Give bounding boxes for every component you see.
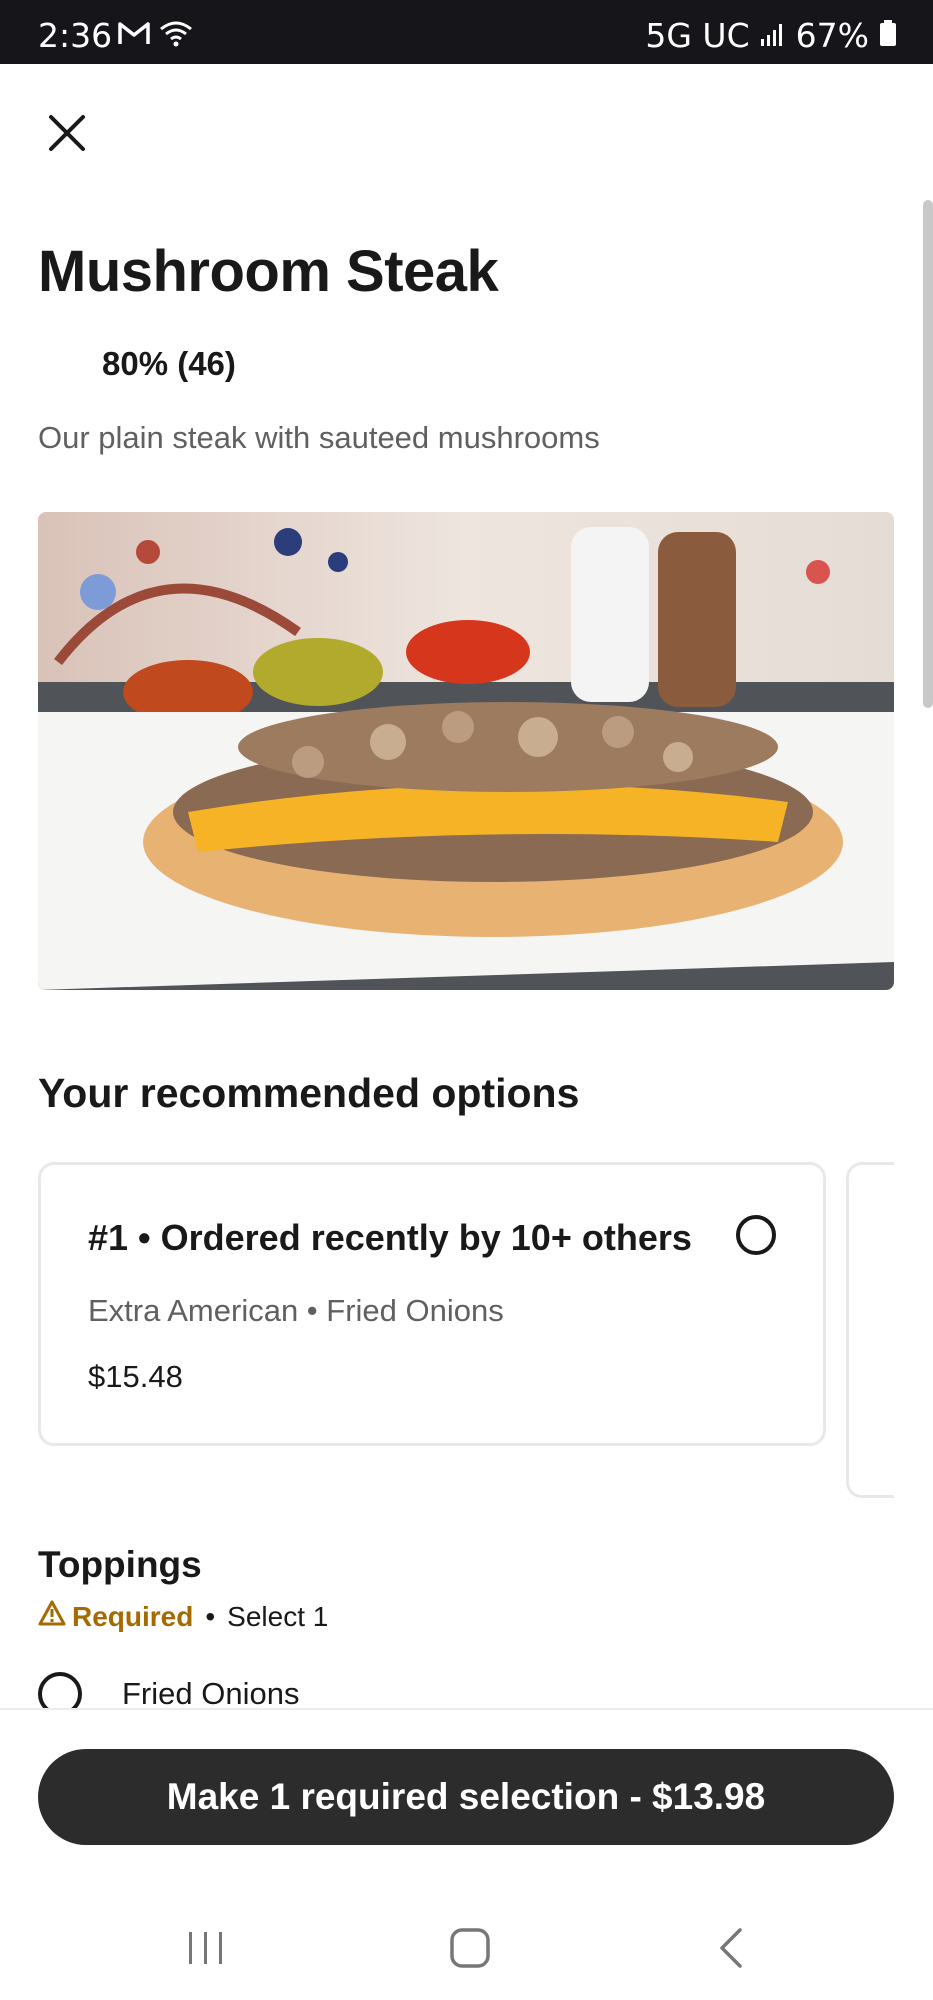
home-icon[interactable] bbox=[448, 1926, 492, 1975]
recommended-heading: Your recommended options bbox=[38, 1070, 580, 1116]
warning-icon bbox=[38, 1600, 66, 1633]
recommended-option-details: Extra American • Fried Onions bbox=[88, 1293, 504, 1328]
toppings-requirement: Required • Select 1 bbox=[38, 1600, 328, 1633]
status-time: 2:36 bbox=[38, 16, 113, 55]
signal-icon bbox=[760, 16, 786, 55]
close-button[interactable] bbox=[38, 106, 96, 164]
status-left-icons bbox=[117, 20, 193, 52]
separator-dot: • bbox=[205, 1600, 216, 1632]
battery-level: 67% bbox=[795, 16, 869, 55]
recommended-option-price: $15.48 bbox=[88, 1359, 183, 1394]
recommended-option-title: #1 • Ordered recently by 10+ others bbox=[88, 1217, 692, 1258]
scrollbar[interactable] bbox=[923, 200, 933, 708]
network-label: 5G UC bbox=[645, 16, 750, 55]
status-right: 5G UC 67% bbox=[645, 16, 897, 55]
topping-option-label: Fried Onions bbox=[122, 1676, 300, 1711]
required-label: Required bbox=[72, 1600, 194, 1632]
select-count-label: Select 1 bbox=[227, 1600, 329, 1632]
add-to-cart-button[interactable]: Make 1 required selection - $13.98 bbox=[38, 1749, 894, 1845]
recommended-option-radio[interactable] bbox=[736, 1215, 776, 1255]
battery-icon bbox=[879, 16, 897, 55]
item-title: Mushroom Steak bbox=[38, 239, 499, 304]
wifi-icon bbox=[159, 20, 193, 52]
item-rating: 80% (46) bbox=[102, 345, 236, 382]
item-image bbox=[38, 512, 894, 990]
item-description: Our plain steak with sauteed mushrooms bbox=[38, 420, 600, 455]
back-icon[interactable] bbox=[712, 1926, 752, 1975]
gmail-icon bbox=[117, 20, 151, 52]
toppings-heading: Toppings bbox=[38, 1544, 202, 1585]
carousel-edge bbox=[894, 1140, 933, 1520]
close-icon bbox=[48, 114, 86, 157]
system-nav-bar bbox=[0, 1900, 933, 2000]
recommended-option-card[interactable]: #1 • Ordered recently by 10+ others Extr… bbox=[38, 1162, 826, 1446]
recents-icon[interactable] bbox=[186, 1926, 226, 1975]
status-bar: 2:36 5G UC 67% bbox=[0, 0, 933, 64]
